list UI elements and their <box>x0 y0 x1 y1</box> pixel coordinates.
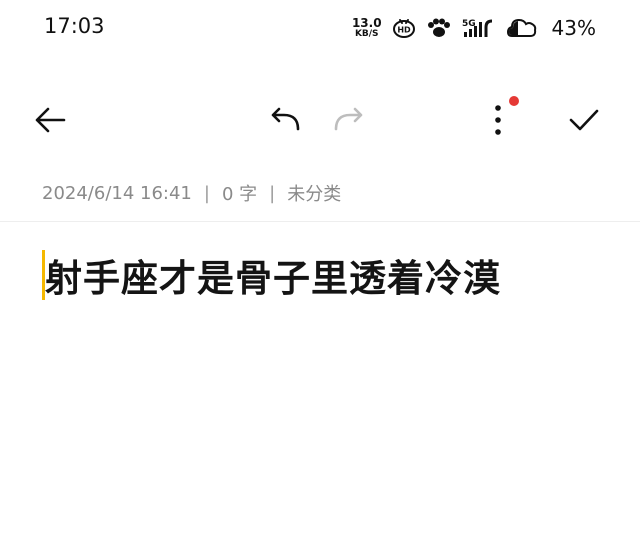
arrow-left-icon <box>33 105 67 135</box>
redo-button[interactable] <box>326 90 372 150</box>
network-speed: 13.0 KB/S <box>352 17 382 39</box>
editor-toolbar <box>0 90 640 150</box>
back-button[interactable] <box>28 90 72 150</box>
redo-icon <box>332 107 366 133</box>
note-datetime: 2024/6/14 16:41 <box>42 182 192 204</box>
meta-divider <box>0 221 640 222</box>
confirm-button[interactable] <box>562 90 606 150</box>
note-word-count: 0 字 <box>221 184 258 205</box>
meta-separator: | <box>269 182 276 204</box>
undo-icon <box>268 107 302 133</box>
status-bar: 17:03 13.0 KB/S HD 5G 43% <box>0 0 640 56</box>
status-icons: 13.0 KB/S HD 5G 43% <box>352 14 596 42</box>
signal-5g-icon: 5G <box>462 17 496 39</box>
meta-separator: | <box>203 182 210 204</box>
note-title[interactable]: 射手座才是骨子里透着冷漠 <box>45 248 501 302</box>
signal-label: 5G <box>462 19 476 29</box>
battery-icon <box>506 16 538 40</box>
check-icon <box>567 106 601 134</box>
network-speed-value: 13.0 <box>351 16 382 30</box>
notification-badge <box>509 96 519 106</box>
hd-label: HD <box>397 26 411 35</box>
undo-button[interactable] <box>262 90 308 150</box>
network-speed-unit: KB/S <box>354 29 379 39</box>
status-time: 17:03 <box>44 14 105 38</box>
hd-voice-icon: HD <box>392 17 416 39</box>
battery-percent: 43% <box>551 16 596 40</box>
note-title-field[interactable]: 射手座才是骨子里透着冷漠 <box>42 248 501 302</box>
more-vertical-icon <box>493 102 503 138</box>
more-options-button[interactable] <box>476 90 520 150</box>
note-meta: 2024/6/14 16:41 | 0 字 | 未分类 <box>42 180 341 206</box>
note-category[interactable]: 未分类 <box>287 180 341 206</box>
paw-icon <box>426 18 452 38</box>
